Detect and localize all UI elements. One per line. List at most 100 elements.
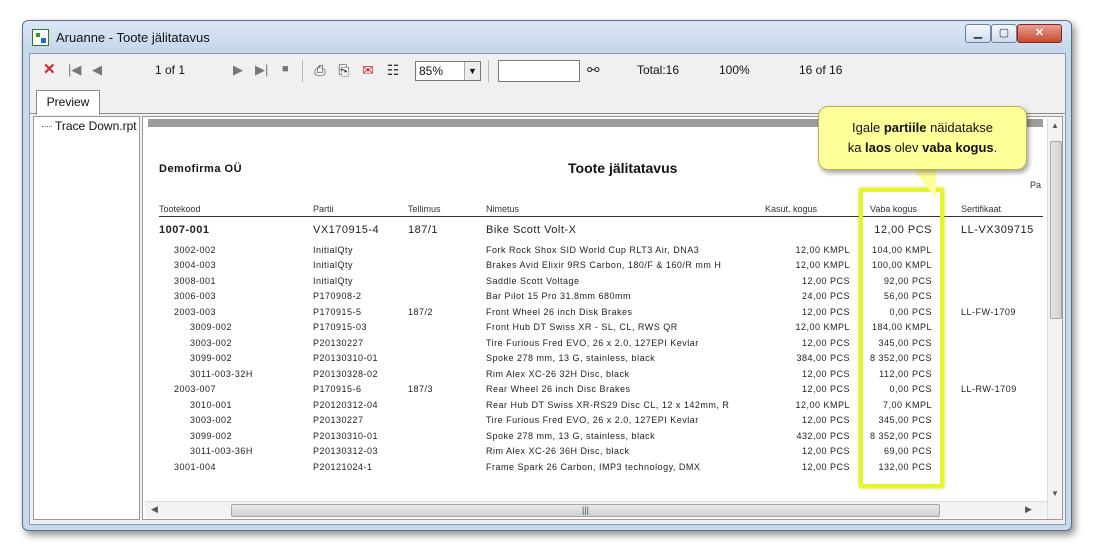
group-tree-icon[interactable]: ☷ (384, 61, 402, 79)
horizontal-scroll-thumb[interactable]: ||| (231, 504, 940, 517)
cell-kasut-kogus: 12,00 PCS (801, 306, 850, 317)
cell-kasut-kogus: 12,00 PCS (801, 461, 850, 472)
cell-tootekood: 3004-003 (174, 260, 217, 270)
cell-tellimus: 187/3 (408, 384, 434, 394)
cell-tootekood: 3003-002 (190, 415, 233, 425)
cell-tootekood: 3099-002 (190, 353, 233, 363)
vertical-scroll-thumb[interactable] (1050, 141, 1062, 319)
cell-partii: P170915-03 (313, 322, 368, 332)
search-binoculars-icon[interactable]: ⚯ (587, 61, 600, 79)
col-header-partii: Partii (313, 204, 334, 214)
scroll-down-icon[interactable]: ▼ (1051, 489, 1059, 498)
cell-tootekood: 3006-003 (174, 291, 217, 301)
maximize-button[interactable]: ▢ (991, 24, 1017, 43)
truncated-header: Pa (1030, 180, 1042, 190)
cell-kasut-kogus: 12,00 PCS (801, 384, 850, 394)
cell-nimetus: Tire Furious Fred EVO, 26 x 2.0, 127EPI … (486, 415, 699, 425)
print-setup-icon[interactable]: ⎘ (335, 61, 353, 79)
cell-partii: P20130227 (313, 415, 364, 425)
first-page-icon[interactable]: |◀ (68, 62, 81, 78)
callout-bold: laos (865, 140, 892, 155)
cell-nimetus: Rim Alex XC-26 36H Disc, black (486, 446, 630, 456)
cell-partii: P170908-2 (313, 291, 362, 301)
col-header-sertifikaat: Sertifikaat (961, 204, 1002, 214)
close-report-icon[interactable]: ✕ (43, 60, 56, 78)
cell-tootekood: 3003-002 (190, 337, 233, 348)
cell-nimetus: Spoke 278 mm, 13 G, stainless, black (486, 430, 656, 441)
cell-partii: P20130328-02 (313, 368, 379, 379)
record-count: 16 of 16 (799, 63, 843, 77)
cell-kasut-kogus: 432,00 PCS (796, 430, 850, 441)
cell-tootekood: 3011-003-36H (190, 446, 253, 456)
cell-partii: VX170915-4 (313, 224, 380, 236)
cell-tootekood: 3010-001 (190, 399, 233, 410)
app-icon (32, 29, 49, 46)
scroll-right-icon[interactable]: ▶ (1025, 504, 1032, 515)
cell-partii: P20130310-01 (313, 353, 379, 363)
cell-partii: InitialQty (313, 260, 354, 270)
report-title: Toote jälitatavus (568, 160, 678, 176)
tab-preview[interactable]: Preview (36, 90, 100, 115)
annotation-callout: Igale partiile näidatakse ka laos olev v… (818, 106, 1027, 170)
vaba-kogus-highlight (859, 188, 944, 488)
callout-text: näidatakse (926, 120, 993, 135)
chevron-down-icon[interactable]: ▼ (464, 62, 480, 80)
minimize-button[interactable]: ▁ (965, 24, 991, 43)
scroll-up-icon[interactable]: ▲ (1051, 121, 1059, 130)
cell-tootekood: 3008-001 (174, 275, 217, 286)
cell-nimetus: Saddle Scott Voltage (486, 275, 580, 286)
cell-tootekood: 3002-002 (174, 244, 217, 255)
zoom-select[interactable]: 85% ▼ (415, 61, 481, 81)
cell-partii: InitialQty (313, 275, 354, 286)
cell-tootekood: 1007-001 (159, 224, 210, 236)
cell-kasut-kogus: 24,00 PCS (801, 291, 850, 301)
cell-tootekood: 3011-003-32H (190, 368, 253, 379)
cell-partii: P20130312-03 (313, 446, 379, 456)
col-header-tellimus: Tellimus (408, 204, 441, 214)
cell-tellimus: 187/1 (408, 224, 439, 236)
export-icon[interactable]: ✉ (359, 61, 377, 79)
cell-tootekood: 3009-002 (190, 322, 233, 332)
cell-nimetus: Brakes Avid Elixir 9RS Carbon, 180/F & 1… (486, 260, 722, 270)
col-header-tootekood: Tootekood (159, 204, 201, 214)
next-page-icon[interactable]: ▶ (233, 62, 243, 78)
cell-kasut-kogus: 12,00 KMPL (795, 399, 850, 410)
cell-kasut-kogus: 12,00 PCS (801, 415, 850, 425)
col-header-nimetus: Nimetus (486, 204, 520, 214)
cell-sertifikaat: LL-RW-1709 (961, 384, 1017, 394)
group-tree: Trace Down.rpt (33, 116, 140, 520)
callout-bold: vaba kogus (922, 140, 994, 155)
cell-nimetus: Bar Pilot 15 Pro 31.8mm 680mm (486, 291, 632, 301)
cell-nimetus: Rear Wheel 26 inch Disc Brakes (486, 384, 631, 394)
total-records: Total:16 (637, 63, 680, 77)
cell-nimetus: Bike Scott Volt-X (486, 224, 577, 236)
cell-kasut-kogus: 12,00 PCS (801, 368, 850, 379)
cell-partii: InitialQty (313, 244, 354, 255)
vertical-scrollbar[interactable]: ▲ ▼ (1047, 119, 1062, 519)
last-page-icon[interactable]: ▶| (255, 62, 268, 78)
cell-nimetus: Fork Rock Shox SID World Cup RLT3 Air, D… (486, 244, 700, 255)
cell-partii: P20121024-1 (313, 461, 373, 472)
stop-icon[interactable]: ■ (282, 63, 289, 75)
callout-text: . (993, 140, 998, 155)
horizontal-scrollbar[interactable]: ◀ ||| ▶ (145, 501, 1047, 518)
close-window-button[interactable]: ✕ (1017, 24, 1062, 43)
search-input[interactable] (498, 60, 580, 82)
scroll-left-icon[interactable]: ◀ (151, 504, 158, 515)
percent-status: 100% (719, 63, 750, 77)
cell-kasut-kogus: 12,00 KMPL (795, 322, 850, 332)
cell-nimetus: Frame Spark 26 Carbon, IMP3 technology, … (486, 461, 701, 472)
cell-tootekood: 2003-007 (174, 384, 217, 394)
print-icon[interactable]: ⎙ (311, 61, 329, 79)
cell-kasut-kogus: 12,00 PCS (801, 446, 850, 456)
cell-tootekood: 3001-004 (174, 461, 217, 472)
cell-kasut-kogus: 12,00 KMPL (795, 260, 850, 270)
cell-tootekood: 3099-002 (190, 430, 233, 441)
cell-partii: P170915-5 (313, 306, 362, 317)
toolbar: ✕ |◀ ◀ 1 of 1 ▶ ▶| ■ ⎙ ⎘ ✉ ☷ 85% ▼ ⚯ Tot… (30, 54, 1065, 88)
cell-kasut-kogus: 12,00 KMPL (795, 244, 850, 255)
prev-page-icon[interactable]: ◀ (92, 62, 102, 78)
cell-partii: P20130310-01 (313, 430, 379, 441)
zoom-value: 85% (419, 64, 444, 78)
tree-item-report[interactable]: Trace Down.rpt (42, 119, 137, 133)
